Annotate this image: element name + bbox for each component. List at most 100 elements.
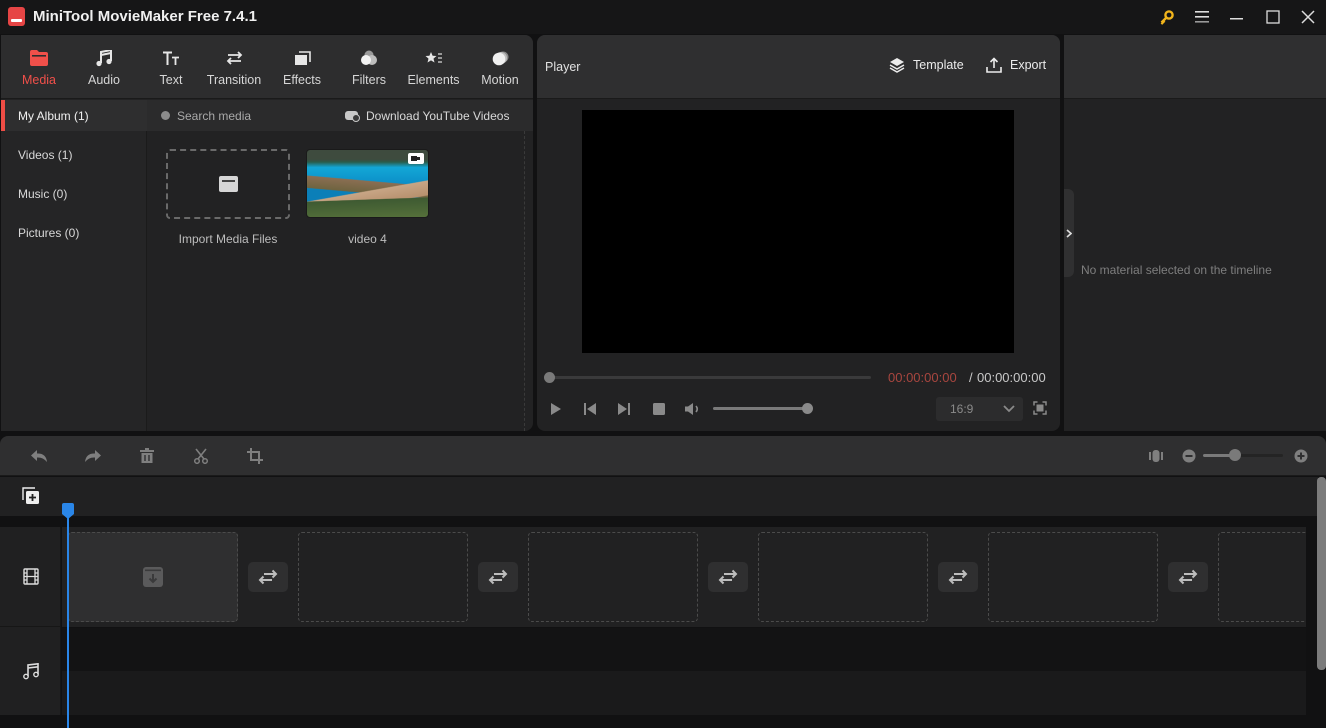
play-button[interactable] (546, 400, 566, 418)
template-label: Template (913, 58, 964, 72)
youtube-download-icon (345, 111, 360, 122)
video-thumbnail[interactable] (306, 149, 429, 218)
film-icon (22, 568, 39, 585)
audio-track[interactable] (62, 628, 1306, 671)
search-placeholder: Search media (177, 108, 252, 123)
audio-track-header (0, 628, 61, 715)
add-track-button[interactable] (22, 487, 40, 510)
video-preview[interactable] (582, 110, 1014, 353)
snap-button[interactable] (1144, 445, 1168, 467)
undo-button[interactable] (27, 445, 51, 467)
seek-bar[interactable] (549, 376, 871, 379)
tab-elements[interactable]: Elements (406, 35, 461, 99)
clip-slot[interactable] (988, 532, 1158, 622)
video-track[interactable] (62, 527, 1306, 627)
album-videos[interactable]: Videos (1) (1, 139, 147, 170)
export-icon (986, 57, 1002, 73)
album-music[interactable]: Music (0) (1, 178, 147, 209)
title-bar: MiniTool MovieMaker Free 7.4.1 (0, 0, 1326, 34)
key-icon[interactable] (1149, 0, 1184, 34)
redo-button[interactable] (81, 445, 105, 467)
zoom-out-button[interactable] (1177, 445, 1201, 467)
motion-icon (491, 47, 509, 69)
menu-icon[interactable] (1184, 0, 1219, 34)
clip-slot[interactable] (1218, 532, 1306, 622)
video-camera-icon (408, 153, 424, 164)
transition-slot[interactable] (1168, 562, 1208, 592)
swap-arrows-icon (1178, 569, 1198, 585)
audio-track-lower[interactable] (62, 671, 1306, 715)
maximize-icon[interactable] (1255, 0, 1290, 34)
drop-media-icon (143, 567, 163, 587)
fullscreen-button[interactable] (1033, 401, 1047, 420)
album-pictures[interactable]: Pictures (0) (1, 217, 147, 248)
scissors-icon (193, 448, 209, 464)
minimize-icon[interactable] (1219, 0, 1254, 34)
zoom-in-button[interactable] (1289, 445, 1313, 467)
folder-icon (218, 176, 238, 192)
download-youtube-button[interactable]: Download YouTube Videos (345, 100, 509, 131)
stop-icon (653, 403, 665, 415)
delete-button[interactable] (135, 445, 159, 467)
transition-slot[interactable] (938, 562, 978, 592)
clip-slot[interactable] (68, 532, 238, 622)
transition-slot[interactable] (708, 562, 748, 592)
import-media-button[interactable] (166, 149, 290, 219)
crop-button[interactable] (243, 445, 267, 467)
tab-transition[interactable]: Transition (202, 35, 266, 99)
swap-arrows-icon (488, 569, 508, 585)
template-button[interactable]: Template (889, 57, 964, 73)
import-media-label: Import Media Files (178, 232, 278, 246)
zoom-handle[interactable] (1229, 449, 1241, 461)
search-input[interactable]: Search media (161, 100, 251, 131)
next-frame-button[interactable] (614, 400, 634, 418)
skip-back-icon (584, 403, 596, 415)
timeline-ruler[interactable] (0, 477, 1318, 516)
current-time: 00:00:00:00 (888, 370, 957, 385)
stop-button[interactable] (649, 400, 669, 418)
transition-slot[interactable] (478, 562, 518, 592)
effects-icon (294, 47, 311, 69)
properties-panel: No material selected on the timeline (1064, 35, 1326, 431)
close-icon[interactable] (1290, 0, 1325, 34)
aspect-ratio-select[interactable]: 16:9 (936, 397, 1023, 421)
album-my-album[interactable]: My Album (1) (1, 100, 147, 131)
time-separator: / (969, 370, 973, 385)
chevron-down-icon (1003, 405, 1015, 413)
album-list: My Album (1) Videos (1) Music (0) Pictur… (1, 100, 147, 431)
text-icon (162, 47, 180, 69)
tab-filters[interactable]: Filters (344, 35, 394, 99)
redo-icon (85, 450, 101, 462)
trash-icon (140, 448, 154, 463)
export-button[interactable]: Export (986, 57, 1046, 73)
tab-audio[interactable]: Audio (79, 35, 129, 99)
volume-slider[interactable] (713, 407, 808, 410)
timeline-scrollbar[interactable] (1317, 477, 1326, 670)
tab-effects[interactable]: Effects (277, 35, 327, 99)
filters-icon (360, 47, 378, 69)
seek-handle[interactable] (544, 372, 555, 383)
elements-icon (425, 47, 443, 69)
undo-icon (31, 450, 47, 462)
playhead-handle[interactable] (62, 503, 74, 519)
clip-slot[interactable] (298, 532, 468, 622)
transition-slot[interactable] (248, 562, 288, 592)
search-icon (161, 111, 170, 120)
properties-toggle[interactable] (1064, 189, 1074, 277)
timeline (0, 477, 1326, 728)
tab-text[interactable]: Text (146, 35, 196, 99)
media-grid: Import Media Files video 4 (147, 131, 525, 431)
volume-button[interactable] (683, 400, 703, 418)
tab-motion[interactable]: Motion (475, 35, 525, 99)
previous-frame-button[interactable] (580, 400, 600, 418)
clip-slot[interactable] (528, 532, 698, 622)
properties-empty-message: No material selected on the timeline (1081, 263, 1272, 277)
aspect-ratio-value: 16:9 (950, 402, 974, 416)
volume-handle[interactable] (802, 403, 813, 414)
crop-icon (247, 448, 263, 464)
tab-media[interactable]: Media (14, 35, 64, 99)
split-button[interactable] (189, 445, 213, 467)
play-icon (551, 403, 561, 415)
clip-slot[interactable] (758, 532, 928, 622)
layers-icon (889, 58, 905, 73)
